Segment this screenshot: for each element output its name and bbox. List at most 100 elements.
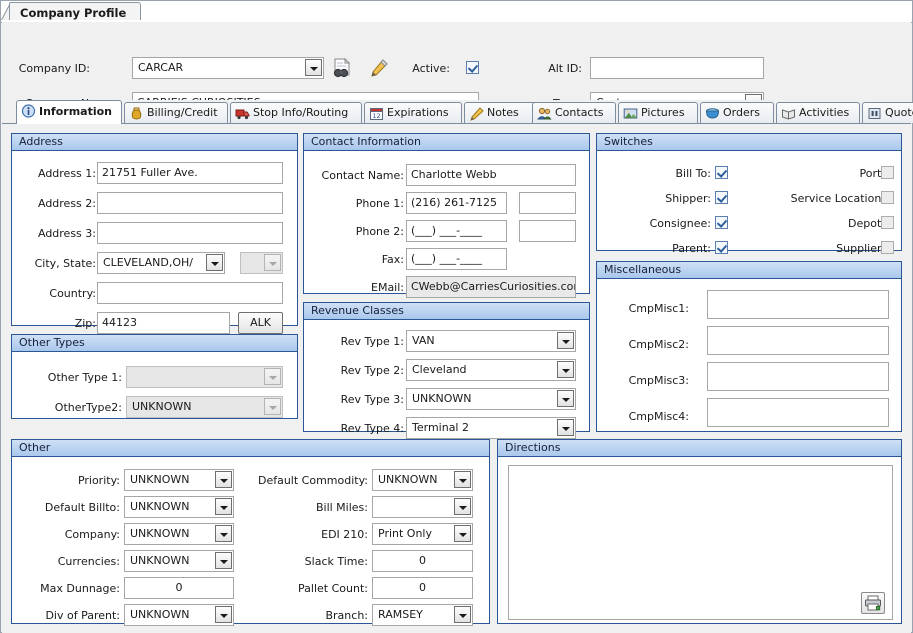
alk-button[interactable]: ALK (238, 312, 283, 334)
bill-miles-dropdown-button[interactable] (454, 498, 471, 515)
tab-billing-credit[interactable]: Billing/Credit (124, 102, 228, 123)
consignee-checkbox[interactable] (715, 216, 728, 229)
book-icon (781, 106, 796, 121)
rev-type4-label: Rev Type 4: (320, 422, 404, 436)
rev-type4-value: Terminal 2 (406, 417, 576, 439)
tab-contacts[interactable]: Contacts (532, 102, 616, 123)
tab-label: Information (39, 105, 112, 118)
depot-checkbox[interactable] (881, 216, 894, 229)
tab-label: Billing/Credit (147, 106, 218, 119)
supplier-checkbox[interactable] (881, 241, 894, 254)
directions-panel-title: Directions (498, 440, 901, 457)
currencies-dropdown-button[interactable] (215, 552, 232, 569)
find-company-icon[interactable] (332, 58, 353, 82)
max-dunnage-input[interactable]: 0 (124, 577, 234, 599)
address1-input[interactable]: 21751 Fuller Ave. (97, 162, 283, 184)
phone1-ext-input[interactable] (519, 192, 576, 214)
address2-input[interactable] (97, 192, 283, 214)
parent-checkbox[interactable] (715, 241, 728, 254)
currencies-combo[interactable]: UNKNOWN (124, 550, 234, 572)
zip-input[interactable]: 44123 (97, 312, 230, 334)
slack-time-input[interactable]: 0 (372, 550, 473, 572)
directions-print-button[interactable] (861, 592, 885, 614)
tab-expirations[interactable]: 12 Expirations (364, 102, 462, 123)
rev-type4-dropdown-button[interactable] (557, 419, 574, 436)
div-of-parent-label: Div of Parent: (30, 609, 120, 623)
supplier-label: Supplier: (775, 242, 885, 256)
rev-type1-combo[interactable]: VAN (406, 330, 576, 352)
rev-type3-dropdown-button[interactable] (557, 390, 574, 407)
tab-notes[interactable]: Notes (464, 102, 540, 123)
shipper-checkbox[interactable] (715, 191, 728, 204)
address3-input[interactable] (97, 222, 283, 244)
county-dropdown-button[interactable] (264, 254, 281, 271)
rev-type2-combo[interactable]: Cleveland (406, 359, 576, 381)
city-state-combo[interactable]: CLEVELAND,OH/ (97, 252, 225, 274)
rev-type1-value: VAN (406, 330, 576, 352)
company-id-label: Company ID: (12, 62, 90, 76)
rev-type2-dropdown-button[interactable] (557, 361, 574, 378)
rev-type1-dropdown-button[interactable] (557, 332, 574, 349)
port-checkbox[interactable] (881, 166, 894, 179)
rev-type3-combo[interactable]: UNKNOWN (406, 388, 576, 410)
email-input[interactable]: CWebb@CarriesCuriosities.com (406, 276, 576, 298)
bill-to-checkbox[interactable] (715, 166, 728, 179)
edi-210-combo[interactable]: Print Only (372, 523, 473, 545)
service-location-checkbox[interactable] (881, 191, 894, 204)
contact-name-input[interactable]: Charlotte Webb (406, 164, 576, 186)
window-titlebar: Company Profile (1, 1, 912, 21)
consignee-label: Consignee: (619, 217, 711, 231)
branch-dropdown-button[interactable] (454, 606, 471, 623)
alt-id-input[interactable] (590, 57, 764, 79)
fax-input[interactable]: (___) ___-____ (406, 248, 507, 270)
other-type2-dropdown-button[interactable] (264, 398, 281, 415)
bill-miles-combo[interactable] (372, 496, 473, 518)
svg-text:12: 12 (372, 112, 380, 120)
calendar-icon: 12 (369, 106, 384, 121)
tab-stop-info-routing[interactable]: Stop Info/Routing (230, 102, 362, 123)
pallet-count-input[interactable]: 0 (372, 577, 473, 599)
default-billto-dropdown-button[interactable] (215, 498, 232, 515)
default-commodity-combo[interactable]: UNKNOWN (372, 469, 473, 491)
cmpmisc4-label: CmpMisc4: (609, 410, 689, 424)
cmpmisc1-input[interactable] (707, 290, 889, 319)
company-dropdown-button[interactable] (215, 525, 232, 542)
edit-company-icon[interactable] (368, 58, 389, 82)
cmpmisc2-input[interactable] (707, 326, 889, 355)
phone1-input[interactable]: (216) 261-7125 (406, 192, 507, 214)
tab-information[interactable]: Information (16, 100, 122, 124)
edi-210-dropdown-button[interactable] (454, 525, 471, 542)
country-label: Country: (24, 287, 96, 301)
other-type1-combo[interactable] (126, 366, 283, 388)
cmpmisc4-input[interactable] (707, 398, 889, 427)
cmpmisc3-input[interactable] (707, 362, 889, 391)
div-of-parent-dropdown-button[interactable] (215, 606, 232, 623)
rev-type4-combo[interactable]: Terminal 2 (406, 417, 576, 439)
div-of-parent-combo[interactable]: UNKNOWN (124, 604, 234, 626)
country-input[interactable] (97, 282, 283, 304)
priority-combo[interactable]: UNKNOWN (124, 469, 234, 491)
tab-pictures[interactable]: Pictures (618, 102, 698, 123)
company-id-dropdown-button[interactable] (305, 59, 322, 76)
branch-combo[interactable]: RAMSEY (372, 604, 473, 626)
active-checkbox[interactable] (466, 61, 479, 74)
other-type1-dropdown-button[interactable] (264, 368, 281, 385)
window-title-tab[interactable]: Company Profile (9, 2, 141, 21)
tab-activities[interactable]: Activities (776, 102, 860, 123)
company-combo[interactable]: UNKNOWN (124, 523, 234, 545)
default-billto-combo[interactable]: UNKNOWN (124, 496, 234, 518)
priority-dropdown-button[interactable] (215, 471, 232, 488)
tab-orders[interactable]: Orders (700, 102, 774, 123)
tab-quotes[interactable]: Quotes (862, 102, 913, 123)
edi-210-label: EDI 210: (248, 528, 368, 542)
county-combo[interactable] (240, 252, 283, 274)
city-state-dropdown-button[interactable] (206, 254, 223, 271)
bill-miles-label: Bill Miles: (248, 501, 368, 515)
phone2-ext-input[interactable] (519, 220, 576, 242)
company-id-combo[interactable]: CARCAR (132, 57, 324, 79)
default-commodity-dropdown-button[interactable] (454, 471, 471, 488)
directions-textarea[interactable] (508, 465, 893, 620)
phone2-input[interactable]: (___) ___-____ (406, 220, 507, 242)
company-profile-window: Company Profile Company ID: CARCAR (0, 0, 913, 633)
other-type2-combo[interactable]: UNKNOWN (126, 396, 283, 418)
